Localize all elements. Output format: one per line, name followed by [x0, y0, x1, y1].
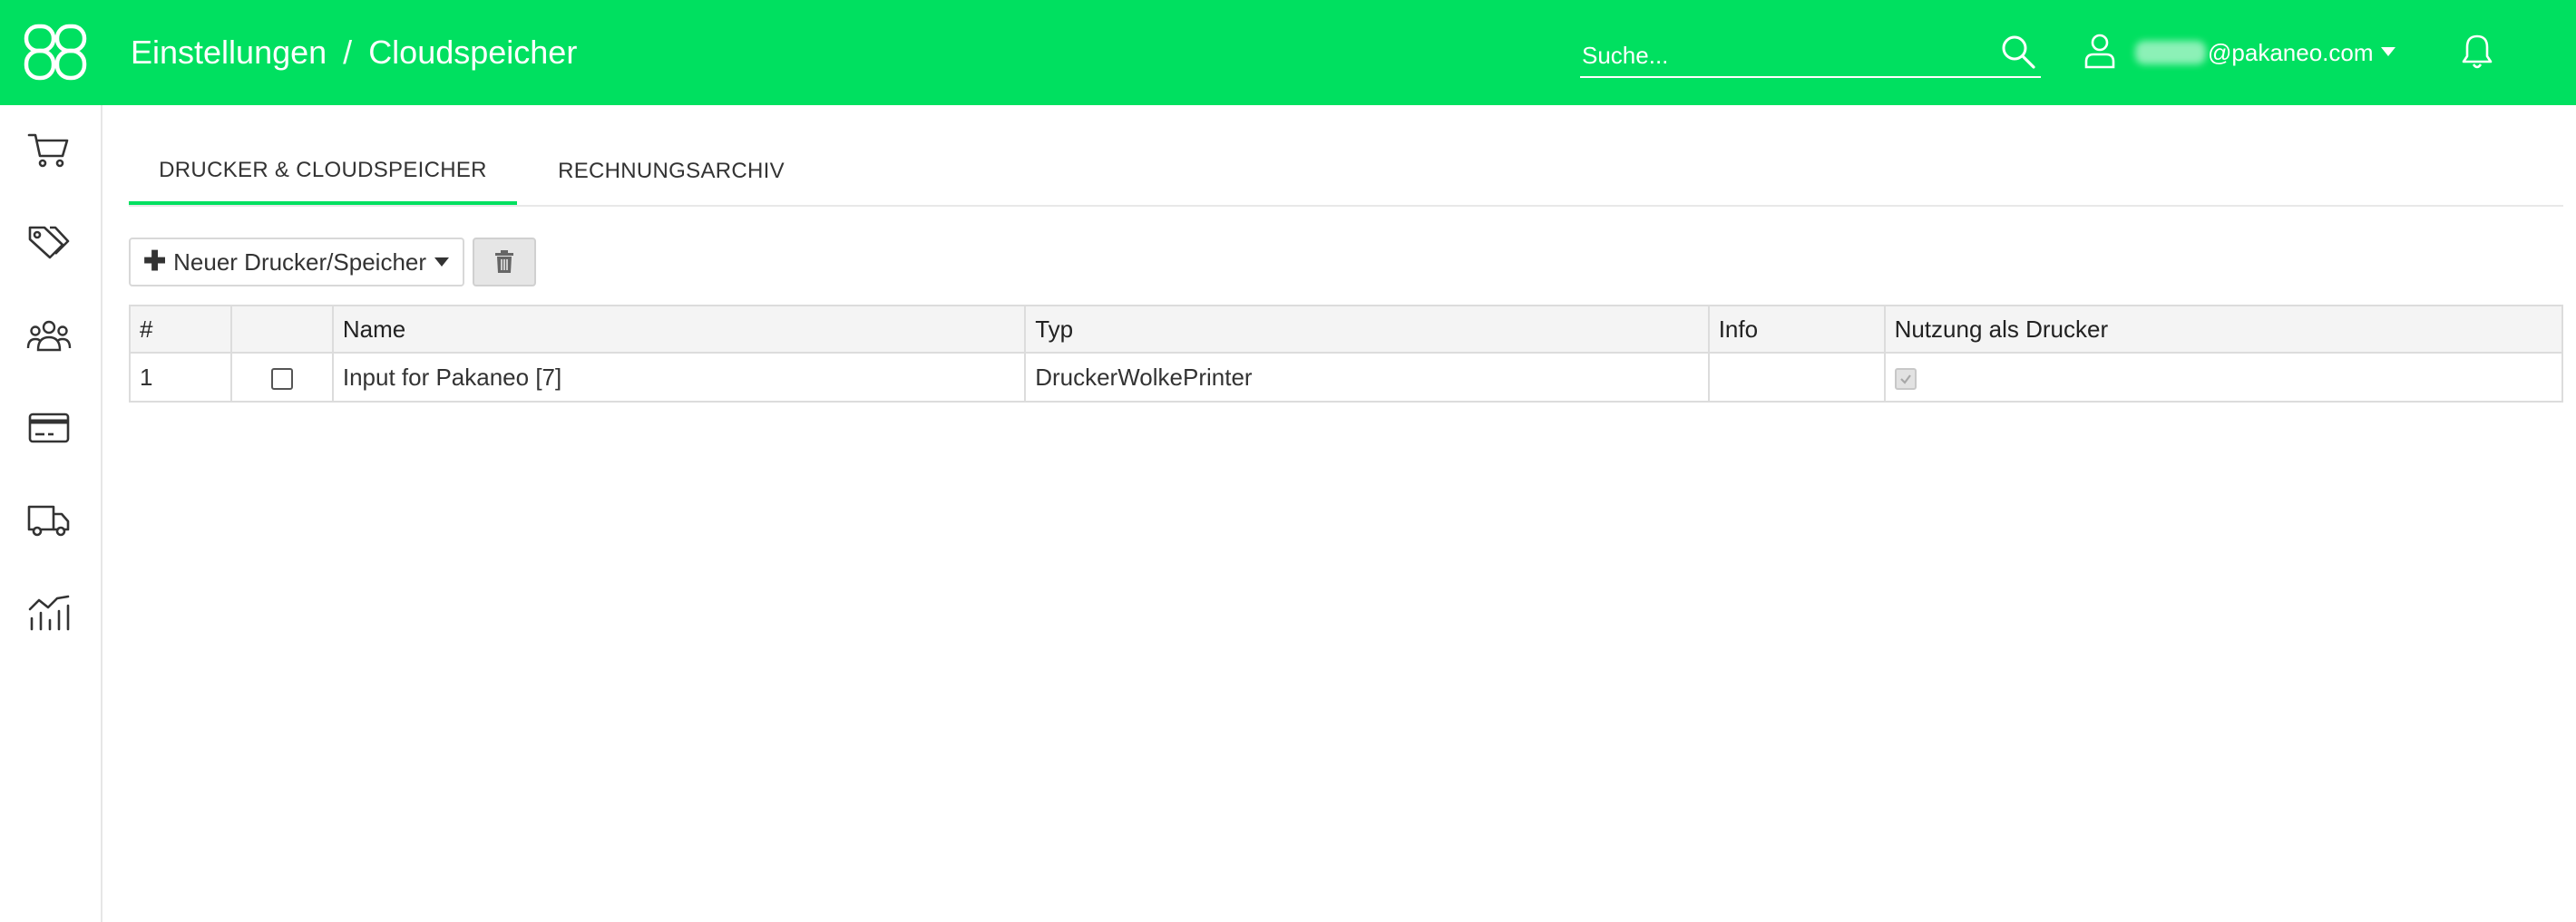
sidebar-item-customers[interactable]	[24, 314, 74, 357]
sidebar-item-statistics[interactable]	[24, 591, 74, 635]
column-header-printer-use[interactable]: Nutzung als Drucker	[1883, 305, 2564, 354]
user-email-domain: @pakaneo.com	[2208, 38, 2374, 66]
sidebar-item-payments[interactable]	[24, 406, 74, 450]
user-email[interactable]: @pakaneo.com	[2135, 36, 2374, 69]
breadcrumb-item-einstellungen[interactable]: Einstellungen	[131, 34, 327, 72]
sidebar-item-products[interactable]	[24, 221, 74, 265]
pakaneo-logo[interactable]	[24, 24, 89, 82]
cell-typ: DruckerWolkePrinter	[1024, 352, 1710, 403]
column-header-number[interactable]: #	[129, 305, 232, 354]
redacted-username	[2135, 41, 2206, 64]
chart-icon	[28, 595, 70, 631]
search-input[interactable]	[1580, 36, 1983, 74]
printer-storage-table: # Name Typ Info Nutzung als Drucker 1 In…	[129, 305, 2564, 403]
new-printer-storage-button[interactable]: ✚ Neuer Drucker/Speicher	[129, 238, 464, 286]
table-header-row: # Name Typ Info Nutzung als Drucker	[129, 305, 2564, 354]
search-icon[interactable]	[1999, 33, 2037, 71]
tab-bar: DRUCKER & CLOUDSPEICHER RECHNUNGSARCHIV	[129, 140, 2563, 207]
top-bar: Einstellungen / Cloudspeicher @pakaneo.c…	[0, 0, 2576, 105]
trash-icon	[495, 250, 513, 273]
new-printer-storage-label: Neuer Drucker/Speicher	[173, 247, 427, 276]
breadcrumb-item-cloudspeicher: Cloudspeicher	[368, 34, 578, 71]
row-select-checkbox[interactable]	[270, 367, 293, 390]
breadcrumb-separator: /	[343, 34, 353, 71]
column-header-name[interactable]: Name	[331, 305, 1027, 354]
sidebar-item-shipping[interactable]	[24, 499, 74, 542]
delete-button[interactable]	[473, 238, 536, 286]
plus-icon: ✚	[142, 247, 167, 277]
cell-number: 1	[129, 352, 232, 403]
sidebar-item-orders[interactable]	[24, 129, 74, 172]
cell-select	[229, 352, 334, 403]
tab-rechnungsarchiv[interactable]: RECHNUNGSARCHIV	[517, 140, 825, 203]
column-header-info[interactable]: Info	[1707, 305, 1886, 354]
caret-down-icon	[434, 257, 450, 267]
search-box	[1580, 33, 2041, 78]
cart-icon	[27, 133, 69, 168]
cell-info	[1707, 352, 1886, 403]
user-icon[interactable]	[2083, 33, 2117, 69]
caret-down-icon[interactable]	[2380, 45, 2396, 58]
truck-icon	[27, 505, 70, 537]
column-header-select	[229, 305, 334, 354]
credit-card-icon	[28, 412, 70, 443]
tab-drucker-cloudspeicher[interactable]: DRUCKER & CLOUDSPEICHER	[129, 140, 517, 205]
tags-icon	[28, 226, 70, 259]
breadcrumb: Einstellungen / Cloudspeicher	[131, 31, 577, 74]
cell-printer-use	[1883, 352, 2564, 403]
checkmark-icon	[1899, 374, 1911, 384]
column-header-typ[interactable]: Typ	[1024, 305, 1710, 354]
sidebar	[0, 105, 102, 922]
printer-use-checkbox	[1894, 367, 1917, 390]
users-icon	[26, 320, 72, 352]
bell-icon[interactable]	[2460, 33, 2494, 71]
table-row[interactable]: 1 Input for Pakaneo [7] DruckerWolkePrin…	[129, 352, 2564, 403]
cell-name[interactable]: Input for Pakaneo [7]	[331, 352, 1027, 403]
